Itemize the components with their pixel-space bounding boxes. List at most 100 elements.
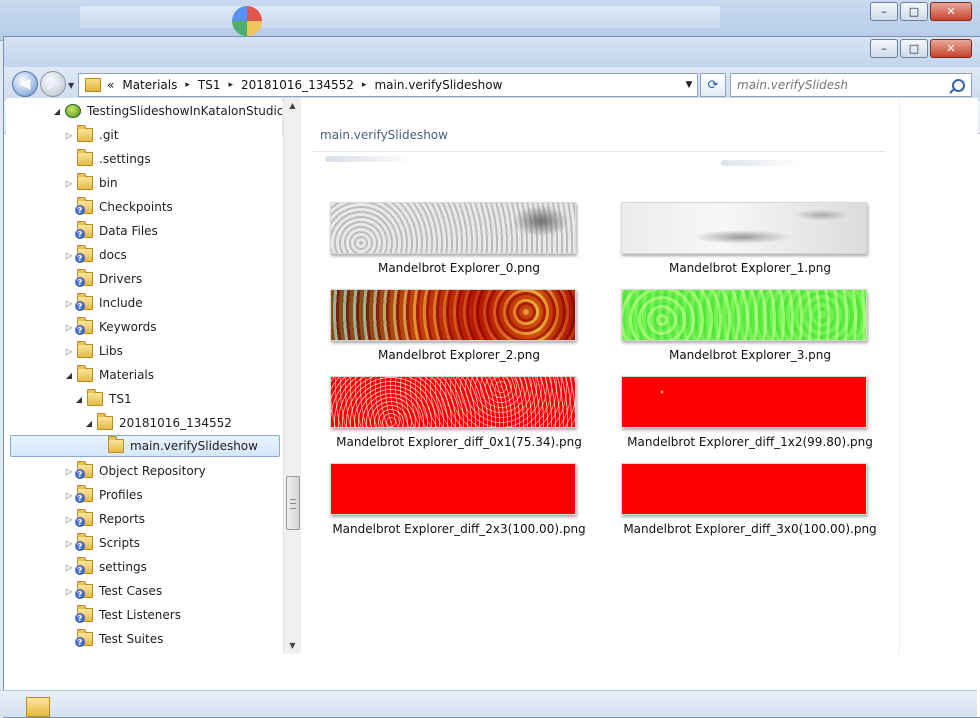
search-box[interactable] <box>730 73 972 97</box>
collapse-arrow-icon[interactable]: ▷ <box>64 179 74 188</box>
tree-item-include[interactable]: ▷ ? Include <box>64 292 143 314</box>
project-icon <box>65 104 81 118</box>
recent-pages-dropdown[interactable]: ▼ <box>68 81 74 90</box>
file-tile[interactable]: Mandelbrot Explorer_diff_2x3(100.00).png <box>316 463 596 543</box>
forward-button[interactable]: ▶ <box>40 71 66 97</box>
tree-item-docs[interactable]: ▷ ? docs <box>64 244 127 266</box>
file-tile[interactable]: Mandelbrot Explorer_3.png <box>607 289 887 369</box>
collapse-arrow-icon[interactable]: ▷ <box>64 515 74 524</box>
tree-item-settings[interactable]: ▷ ? settings <box>64 556 147 578</box>
tree-item-settings-hidden[interactable]: .settings <box>64 148 151 170</box>
tree-item-checkpoints[interactable]: ? Checkpoints <box>64 196 173 218</box>
image-thumbnail[interactable] <box>330 463 576 515</box>
background-minimize-button[interactable]: – <box>870 2 898 21</box>
tree-item-test-suites[interactable]: ? Test Suites <box>64 628 163 650</box>
breadcrumb-current[interactable]: main.verifySlideshow <box>374 78 502 92</box>
minimize-button[interactable]: – <box>870 39 898 58</box>
collapse-arrow-icon[interactable]: ▷ <box>64 563 74 572</box>
right-gutter <box>899 98 978 654</box>
file-tile[interactable]: Mandelbrot Explorer_diff_0x1(75.34).png <box>316 376 596 456</box>
tree-item-bin[interactable]: ▷ bin <box>64 172 118 194</box>
tree-item-data-files[interactable]: ? Data Files <box>64 220 158 242</box>
folder-icon: ? <box>75 317 93 335</box>
file-tile[interactable]: Mandelbrot Explorer_1.png <box>607 202 887 282</box>
file-tile[interactable]: Mandelbrot Explorer_diff_1x2(99.80).png <box>607 376 887 456</box>
question-badge-icon: ? <box>75 493 85 503</box>
collapse-arrow-icon[interactable]: ▷ <box>64 491 74 500</box>
tree-item-timestamp[interactable]: ◢ 20181016_134552 <box>84 412 232 434</box>
folder-icon: ? <box>75 461 93 479</box>
question-badge-icon: ? <box>75 469 85 479</box>
tree-item-scripts[interactable]: ▷ ? Scripts <box>64 532 140 554</box>
collapse-arrow-icon[interactable]: ▷ <box>64 347 74 356</box>
tree-item-main-verifyslideshow[interactable]: main.verifySlideshow <box>10 435 280 457</box>
collapse-arrow-icon[interactable]: ▷ <box>64 539 74 548</box>
breadcrumb-separator-icon[interactable]: ▸ <box>228 80 233 90</box>
close-button[interactable]: ✕ <box>930 39 972 58</box>
folder-icon <box>77 125 93 142</box>
collapse-arrow-icon[interactable]: ▷ <box>64 299 74 308</box>
expand-arrow-icon[interactable]: ◢ <box>64 371 74 380</box>
navigation-pane-scrollbar[interactable]: ▲ ▼ <box>283 98 301 654</box>
folder-icon <box>77 341 93 358</box>
tree-item-test-listeners[interactable]: ? Test Listeners <box>64 604 181 626</box>
breadcrumb-ts1[interactable]: TS1 <box>198 78 221 92</box>
tree-item-label: Object Repository <box>99 464 206 478</box>
image-thumbnail[interactable] <box>621 289 867 341</box>
folder-icon: ? <box>75 221 93 239</box>
tree-item-profiles[interactable]: ▷ ? Profiles <box>64 484 143 506</box>
tree-item-label: Data Files <box>99 224 158 238</box>
tree-item-git[interactable]: ▷ .git <box>64 124 118 146</box>
tree-item-object-repository[interactable]: ▷ ? Object Repository <box>64 460 206 482</box>
collapse-arrow-icon[interactable]: ▷ <box>64 251 74 260</box>
tree-item-label: Libs <box>99 344 123 358</box>
tree-item-reports[interactable]: ▷ ? Reports <box>64 508 145 530</box>
address-dropdown-button[interactable]: ▼ <box>680 80 697 90</box>
background-maximize-button[interactable]: □ <box>900 2 928 21</box>
collapse-arrow-icon[interactable]: ▷ <box>64 467 74 476</box>
file-tile[interactable]: Mandelbrot Explorer_2.png <box>316 289 596 369</box>
collapse-arrow-icon[interactable]: ▷ <box>64 587 74 596</box>
tree-item-drivers[interactable]: ? Drivers <box>64 268 142 290</box>
collapse-arrow-icon[interactable]: ▷ <box>64 131 74 140</box>
tree-item-ts1[interactable]: ◢ TS1 <box>74 388 132 410</box>
address-bar[interactable]: « Materials ▸ TS1 ▸ 20181016_134552 ▸ ma… <box>78 73 698 97</box>
expand-arrow-icon[interactable]: ◢ <box>84 419 94 428</box>
image-thumbnail[interactable] <box>621 376 867 428</box>
maximize-button[interactable]: □ <box>900 39 928 58</box>
image-thumbnail[interactable] <box>330 202 576 254</box>
file-name: Mandelbrot Explorer_3.png <box>668 348 832 362</box>
background-close-button[interactable]: ✕ <box>930 2 972 21</box>
tree-item-keywords[interactable]: ▷ ? Keywords <box>64 316 157 338</box>
image-thumbnail[interactable] <box>621 463 867 515</box>
breadcrumb-separator-icon[interactable]: ▸ <box>362 80 367 90</box>
breadcrumb-separator-icon[interactable]: ▸ <box>185 80 190 90</box>
collapse-arrow-icon[interactable]: ▷ <box>64 323 74 332</box>
breadcrumb-overflow[interactable]: « <box>107 78 114 92</box>
file-tile[interactable]: Mandelbrot Explorer_0.png <box>316 202 596 282</box>
scrollbar-thumb[interactable] <box>286 476 300 530</box>
folder-icon: ? <box>75 533 93 551</box>
search-icon[interactable] <box>952 78 965 92</box>
image-thumbnail[interactable] <box>330 289 576 341</box>
file-tile[interactable]: Mandelbrot Explorer_diff_3x0(100.00).png <box>607 463 887 543</box>
tree-item-libs[interactable]: ▷ Libs <box>64 340 123 362</box>
back-button[interactable]: ◀ <box>12 71 38 97</box>
tree-item-project[interactable]: ◢ TestingSlideshowInKatalonStudio <box>52 100 282 122</box>
breadcrumb-materials[interactable]: Materials <box>122 78 177 92</box>
folder-icon <box>85 78 101 92</box>
tree-item-label: Include <box>99 296 143 310</box>
tree-item-materials[interactable]: ◢ Materials <box>64 364 154 386</box>
folder-icon: ? <box>75 245 93 263</box>
refresh-button[interactable]: ⟳ <box>700 73 726 97</box>
image-thumbnail[interactable] <box>330 376 576 428</box>
scroll-down-arrow-icon[interactable]: ▼ <box>284 638 301 654</box>
folder-icon <box>26 697 50 717</box>
image-thumbnail[interactable] <box>621 202 867 254</box>
breadcrumb-timestamp[interactable]: 20181016_134552 <box>241 78 354 92</box>
scroll-up-arrow-icon[interactable]: ▲ <box>284 98 301 114</box>
tree-item-test-cases[interactable]: ▷ ? Test Cases <box>64 580 162 602</box>
expand-arrow-icon[interactable]: ◢ <box>74 395 84 404</box>
search-input[interactable] <box>731 77 939 93</box>
expand-arrow-icon[interactable]: ◢ <box>52 107 62 116</box>
